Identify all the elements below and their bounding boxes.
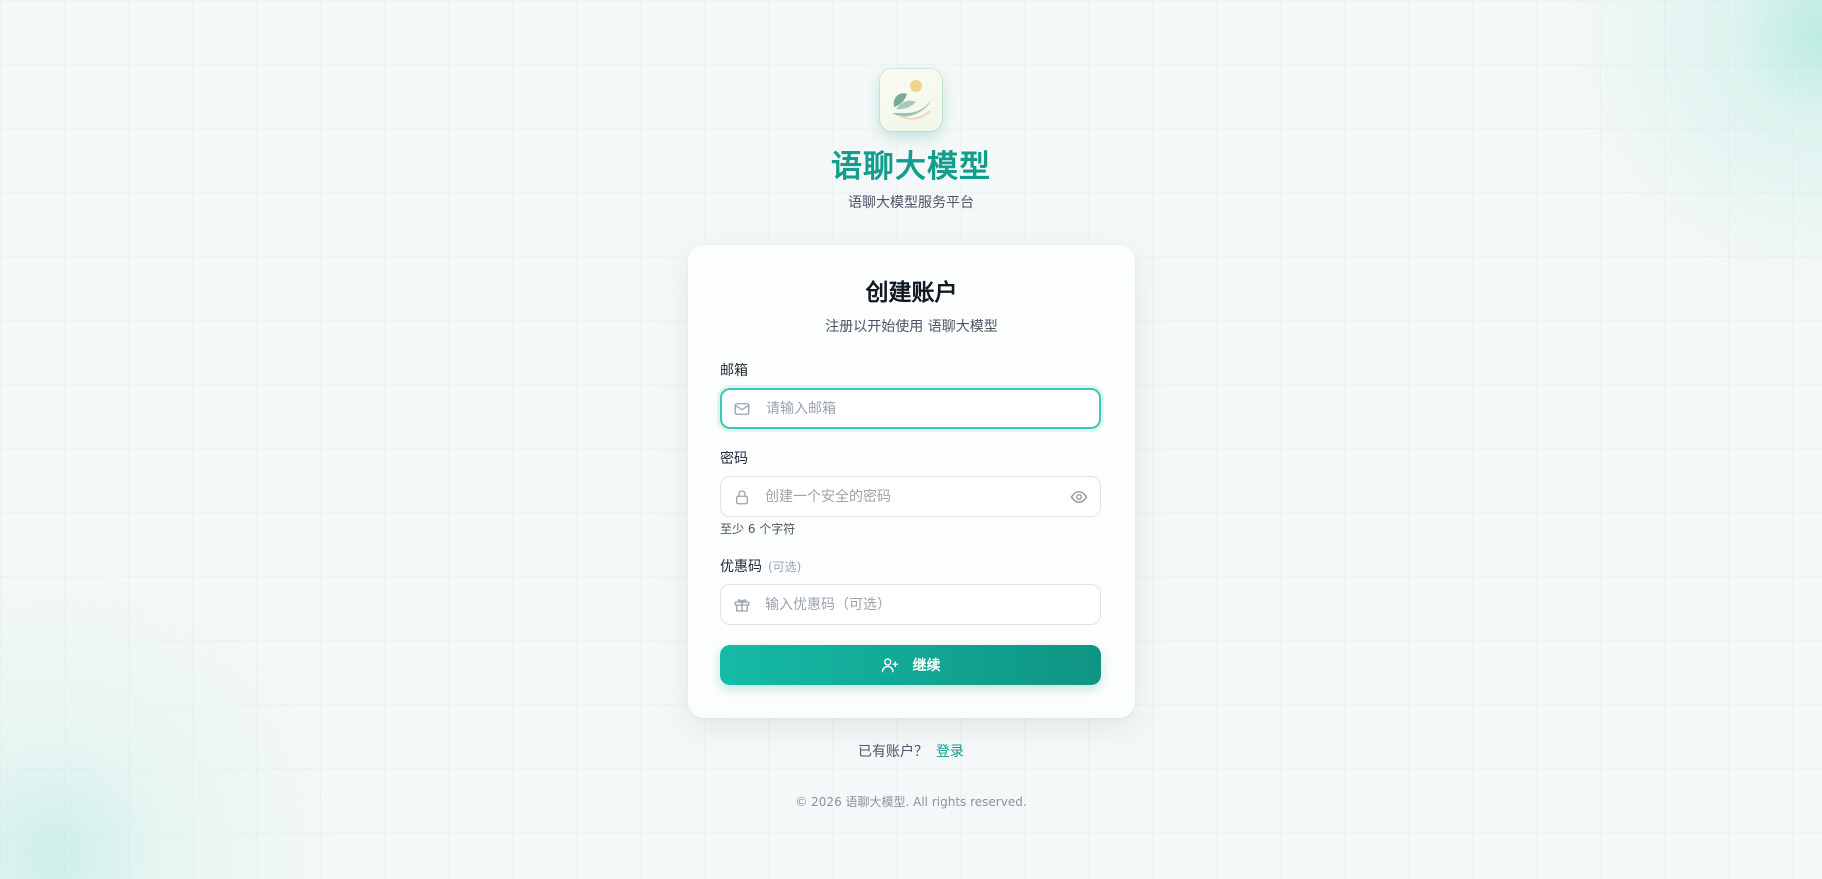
login-prompt: 已有账户？ 登录 (0, 742, 1822, 762)
coupon-field[interactable] (765, 585, 1055, 624)
coupon-label-text: 优惠码 (720, 559, 762, 575)
brand-title: 语聊大模型 (831, 149, 991, 185)
brand-subtitle: 语聊大模型服务平台 (848, 195, 974, 211)
lock-icon (736, 489, 748, 504)
gift-icon (734, 598, 750, 612)
mail-icon (734, 402, 750, 415)
password-field[interactable] (765, 477, 1055, 516)
password-hint: 至少 6 个字符 (720, 522, 796, 536)
continue-button-label: 继续 (912, 658, 941, 674)
password-label: 密码 (720, 451, 748, 467)
email-field[interactable] (766, 390, 1056, 427)
coupon-label: 优惠码 (可选) (720, 557, 801, 577)
register-card: 创建账户 注册以开始使用 语聊大模型 邮箱 密码 至少 6 个字符 优惠码 (可选… (688, 245, 1135, 718)
continue-button[interactable]: 继续 (720, 645, 1101, 685)
coupon-optional-tag: (可选) (768, 560, 802, 574)
login-prompt-text: 已有账户？ (858, 744, 928, 760)
card-title: 创建账户 (865, 280, 958, 306)
email-label: 邮箱 (720, 363, 748, 379)
user-plus-icon (881, 658, 898, 673)
password-field-container (720, 476, 1101, 517)
eye-icon[interactable] (1070, 488, 1088, 506)
brand-logo (880, 69, 942, 131)
leaf-sun-logo-icon (892, 80, 931, 120)
login-link[interactable]: 登录 (936, 744, 964, 760)
email-field-container (720, 388, 1101, 429)
card-subtitle: 注册以开始使用 语聊大模型 (825, 319, 998, 335)
coupon-field-container (720, 584, 1101, 625)
footer-copyright: © 2026 语聊大模型. All rights reserved. (795, 795, 1027, 809)
